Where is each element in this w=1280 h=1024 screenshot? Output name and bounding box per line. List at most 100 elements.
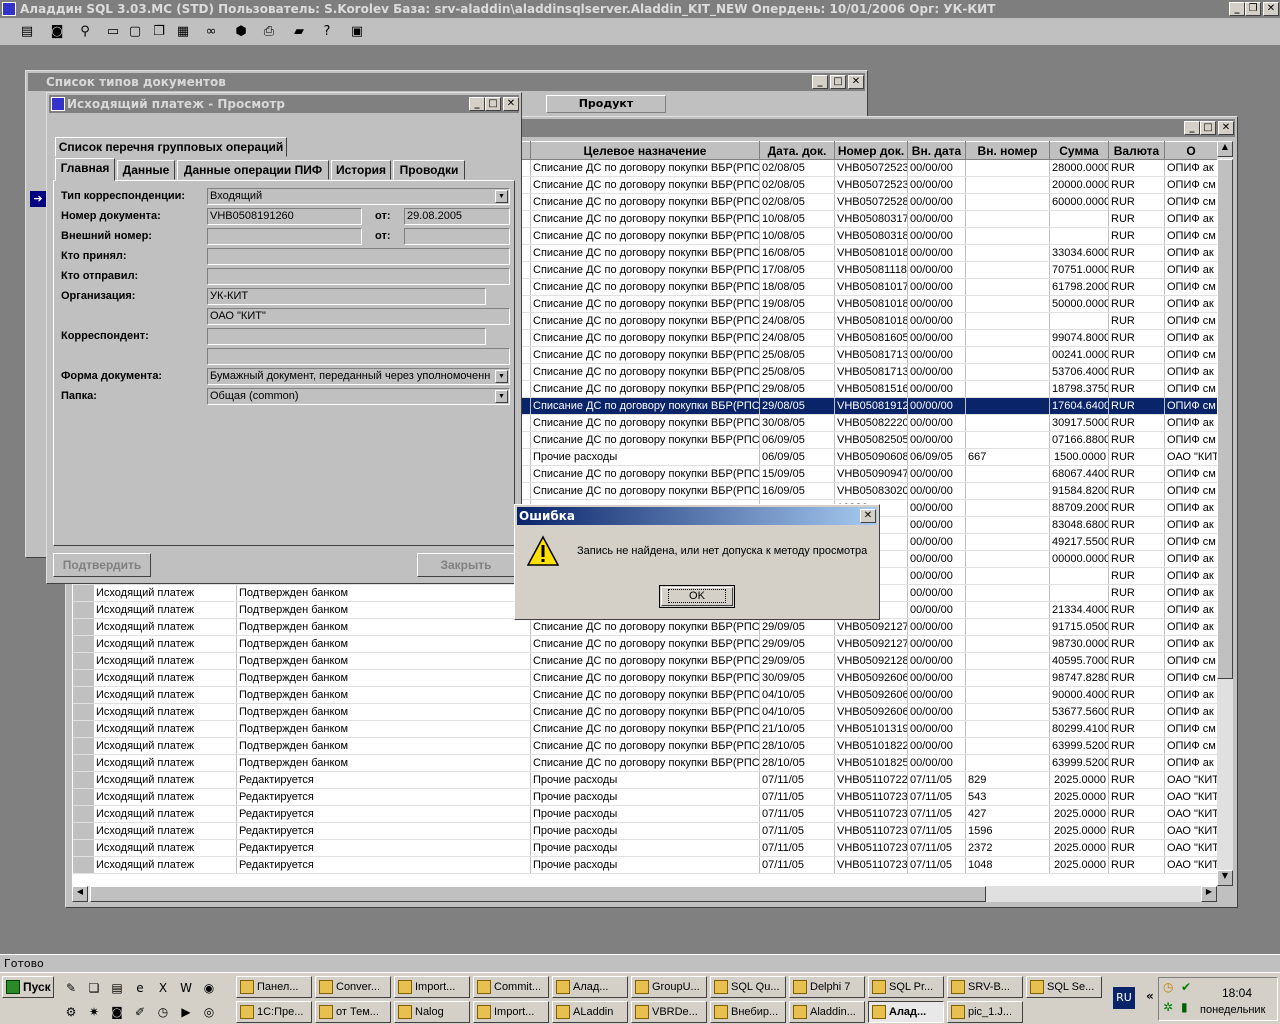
windows-icon[interactable]: ▢ <box>124 22 146 42</box>
table-row[interactable]: Исходящий платеж Подтвержден банком Списан… <box>72 652 1217 670</box>
chevron-down-icon[interactable]: ▼ <box>495 390 508 403</box>
start-button[interactable]: Пуск <box>2 976 54 998</box>
row-marker[interactable] <box>72 839 94 857</box>
language-indicator[interactable]: RU <box>1113 987 1135 1009</box>
cylinder-icon[interactable]: ◙ <box>46 22 68 42</box>
doc-number-field[interactable]: VHB0508191260 <box>207 208 362 225</box>
taskbar-button-row2-6[interactable]: Внебир... <box>710 1001 786 1023</box>
row-marker[interactable] <box>72 856 94 874</box>
received-by-field[interactable] <box>207 248 510 265</box>
ext-date-field[interactable] <box>404 228 510 245</box>
list-maximize-button[interactable]: □ <box>1200 121 1216 135</box>
scroll-down-icon[interactable]: ▼ <box>1217 870 1233 886</box>
table-row[interactable]: Исходящий платеж Подтвержден банком Списан… <box>72 737 1217 755</box>
tab-pif-operations[interactable]: Данные операции ПИФ <box>177 160 329 180</box>
taskbar-button-row2-2[interactable]: Nalog <box>394 1001 470 1023</box>
taskbar-button-row1-7[interactable]: Delphi 7 <box>789 976 865 998</box>
tray-expand-icon[interactable]: « <box>1146 989 1154 1003</box>
table-row[interactable]: Исходящий платеж Редактируется Прочие расх… <box>72 822 1217 840</box>
taskbar-button-row1-2[interactable]: Import... <box>394 976 470 998</box>
taskbar-button-row1-8[interactable]: SQL Pr... <box>868 976 944 998</box>
row-marker[interactable] <box>72 703 94 721</box>
taskbar-button-row2-4[interactable]: ALaddin <box>552 1001 628 1023</box>
taskbar-button-row1-1[interactable]: Conver... <box>315 976 391 998</box>
clock-icon[interactable]: ◷ <box>154 1003 172 1021</box>
table-row[interactable]: Исходящий платеж Подтвержден банком Списан… <box>72 720 1217 738</box>
table-row[interactable]: Исходящий платеж Подтвержден банком Списан… <box>72 618 1217 636</box>
grid-col-date-header[interactable]: Дата. док. <box>759 141 835 160</box>
row-marker[interactable] <box>72 754 94 772</box>
horizontal-scroll-thumb[interactable] <box>90 886 986 902</box>
grid-col-purpose-header[interactable]: Целевое назначение <box>530 141 760 160</box>
row-marker[interactable] <box>72 788 94 806</box>
row-marker[interactable] <box>72 737 94 755</box>
table-row[interactable]: Исходящий платеж Редактируется Прочие расх… <box>72 788 1217 806</box>
grid-col-number-header[interactable]: Номер док. <box>834 141 908 160</box>
table-row[interactable]: Исходящий платеж Подтвержден банком Списан… <box>72 686 1217 704</box>
row-marker[interactable] <box>72 822 94 840</box>
star-icon[interactable]: ✷ <box>85 1003 103 1021</box>
vertical-scrollbar[interactable]: ▲ ▼ <box>1217 141 1233 886</box>
settings-icon[interactable]: ◎ <box>200 1003 218 1021</box>
folder-select[interactable]: Общая (common) ▼ <box>207 388 510 405</box>
correspondent-code-field[interactable] <box>207 328 486 345</box>
table-row[interactable]: Исходящий платеж Редактируется Прочие расх… <box>72 856 1217 874</box>
horizontal-scrollbar[interactable]: ◀ ▶ <box>72 886 1217 902</box>
doctypes-minimize-button[interactable]: _ <box>812 75 828 89</box>
doc-date-field[interactable]: 29.08.2005 <box>404 208 510 225</box>
taskbar-button-row1-6[interactable]: SQL Qu... <box>710 976 786 998</box>
organization-name-field[interactable]: ОАО "КИТ" <box>207 308 510 325</box>
minimize-button[interactable]: _ <box>1229 2 1245 16</box>
vertical-scroll-thumb[interactable] <box>1217 159 1233 679</box>
product-column-header[interactable]: Продукт <box>546 95 666 113</box>
table-row[interactable]: Исходящий платеж Редактируется Прочие расх… <box>72 771 1217 789</box>
chevron-down-icon[interactable]: ▼ <box>495 370 508 383</box>
tile-icon[interactable]: ▦ <box>172 22 194 42</box>
doctypes-close-button[interactable]: ✕ <box>848 75 864 89</box>
tab-history[interactable]: История <box>331 160 391 180</box>
taskbar-button-row2-9[interactable]: pic_1.J... <box>947 1001 1023 1023</box>
row-marker[interactable] <box>72 669 94 687</box>
form-minimize-button[interactable]: _ <box>469 97 485 111</box>
close-form-button[interactable]: Закрыть <box>417 553 515 577</box>
row-marker[interactable] <box>72 601 94 619</box>
ext-number-field[interactable] <box>207 228 362 245</box>
table-row[interactable]: Исходящий платеж Подтвержден банком Списан… <box>72 635 1217 653</box>
server-tray-icon[interactable]: ▮ <box>1181 1000 1188 1014</box>
vbrd-icon[interactable]: ✎ <box>62 979 80 997</box>
grid-col-currency-header[interactable]: Валюта <box>1108 141 1165 160</box>
close-button[interactable]: ✕ <box>1263 2 1279 16</box>
firefox-icon[interactable]: ◉ <box>200 979 218 997</box>
scroll-left-icon[interactable]: ◀ <box>72 886 88 902</box>
taskbar-button-row2-0[interactable]: 1С:Пре... <box>236 1001 312 1023</box>
table-row[interactable]: Исходящий платеж Подтвержден банком Списан… <box>72 754 1217 772</box>
table-icon[interactable]: ▤ <box>108 979 126 997</box>
ie-icon[interactable]: e <box>131 979 149 997</box>
confirm-button[interactable]: Подтвердить <box>53 553 151 577</box>
list-minimize-button[interactable]: _ <box>1184 121 1200 135</box>
media-icon[interactable]: ▶ <box>177 1003 195 1021</box>
list-close-button[interactable]: ✕ <box>1218 121 1234 135</box>
network-tray-icon[interactable]: ✲ <box>1163 1000 1173 1014</box>
row-marker[interactable] <box>72 635 94 653</box>
row-marker[interactable] <box>72 686 94 704</box>
stop-icon[interactable]: ⬢ <box>230 22 252 42</box>
row-marker[interactable] <box>72 720 94 738</box>
chevron-down-icon[interactable]: ▼ <box>495 190 508 203</box>
window-icon[interactable]: ▭ <box>102 22 124 42</box>
dialog-close-button[interactable]: ✕ <box>860 509 876 523</box>
doctypes-maximize-button[interactable]: □ <box>830 75 846 89</box>
taskbar-button-row2-1[interactable]: от Тем... <box>315 1001 391 1023</box>
grid-col-amount-header[interactable]: Сумма <box>1049 141 1109 160</box>
table-row[interactable]: Исходящий платеж Подтвержден банком Списан… <box>72 703 1217 721</box>
row-marker[interactable] <box>72 584 94 602</box>
list-icon[interactable]: ▤ <box>16 22 38 42</box>
corr-type-select[interactable]: Входящий ▼ <box>207 188 510 205</box>
find-person-icon[interactable]: ⚲ <box>74 22 96 42</box>
taskbar-button-row1-5[interactable]: GroupU... <box>631 976 707 998</box>
taskbar-button-row2-3[interactable]: Import... <box>473 1001 549 1023</box>
document-icon[interactable]: ❏ <box>85 979 103 997</box>
table-row[interactable]: Исходящий платеж Редактируется Прочие расх… <box>72 805 1217 823</box>
clock-tray-icon[interactable]: ◷ <box>1163 980 1173 994</box>
check-tray-icon[interactable]: ✔ <box>1181 980 1191 994</box>
